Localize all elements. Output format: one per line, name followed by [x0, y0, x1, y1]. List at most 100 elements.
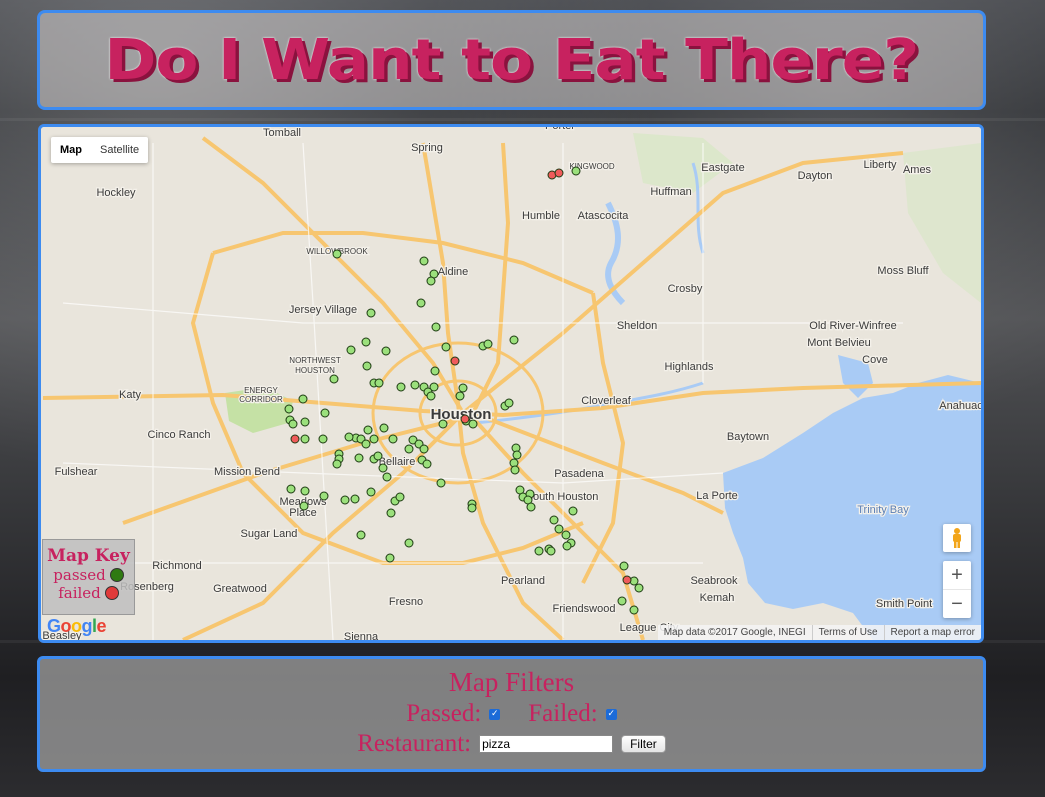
passed-restaurant-marker[interactable]	[431, 322, 441, 332]
passed-restaurant-marker[interactable]	[299, 501, 309, 511]
failed-checkbox[interactable]: ✓	[605, 708, 617, 720]
passed-restaurant-marker[interactable]	[568, 506, 578, 516]
passed-restaurant-marker[interactable]	[617, 596, 627, 606]
terms-of-use-link[interactable]: Terms of Use	[811, 625, 884, 640]
passed-restaurant-marker[interactable]	[369, 434, 379, 444]
map-canvas[interactable]: PorterTomballSpringKINGWOODEastgateDayto…	[41, 127, 981, 640]
passed-restaurant-marker[interactable]	[286, 484, 296, 494]
passed-restaurant-marker[interactable]	[629, 605, 639, 615]
passed-restaurant-marker[interactable]	[571, 166, 581, 176]
passed-restaurant-marker[interactable]	[319, 491, 329, 501]
passed-restaurant-marker[interactable]	[300, 434, 310, 444]
passed-restaurant-marker[interactable]	[512, 450, 522, 460]
passed-restaurant-marker[interactable]	[458, 383, 468, 393]
filter-button[interactable]: Filter	[621, 735, 666, 753]
passed-restaurant-marker[interactable]	[404, 444, 414, 454]
passed-restaurant-marker[interactable]	[366, 487, 376, 497]
passed-restaurant-marker[interactable]	[385, 553, 395, 563]
passed-restaurant-marker[interactable]	[426, 276, 436, 286]
failed-restaurant-marker[interactable]	[290, 434, 300, 444]
passed-restaurant-marker[interactable]	[441, 342, 451, 352]
passed-restaurant-marker[interactable]	[510, 465, 520, 475]
passed-restaurant-marker[interactable]	[416, 298, 426, 308]
passed-restaurant-marker[interactable]	[419, 444, 429, 454]
passed-restaurant-marker[interactable]	[298, 394, 308, 404]
passed-restaurant-marker[interactable]	[362, 361, 372, 371]
passed-restaurant-marker[interactable]	[346, 345, 356, 355]
passed-restaurant-marker[interactable]	[320, 408, 330, 418]
place-label: Cove	[862, 354, 888, 366]
passed-restaurant-marker[interactable]	[404, 538, 414, 548]
failed-restaurant-marker[interactable]	[554, 168, 564, 178]
page-header: Do I Want to Eat There?	[37, 10, 986, 110]
passed-restaurant-marker[interactable]	[395, 492, 405, 502]
passed-restaurant-marker[interactable]	[410, 380, 420, 390]
passed-restaurant-marker[interactable]	[386, 508, 396, 518]
passed-restaurant-marker[interactable]	[366, 308, 376, 318]
passed-restaurant-marker[interactable]	[455, 391, 465, 401]
passed-restaurant-marker[interactable]	[379, 423, 389, 433]
passed-restaurant-marker[interactable]	[381, 346, 391, 356]
passed-restaurant-marker[interactable]	[619, 561, 629, 571]
passed-restaurant-marker[interactable]	[467, 503, 477, 513]
passed-restaurant-marker[interactable]	[388, 434, 398, 444]
satellite-tab[interactable]: Satellite	[91, 137, 148, 163]
street-view-pegman-icon[interactable]	[943, 524, 971, 552]
passed-restaurant-marker[interactable]	[356, 530, 366, 540]
passed-restaurant-marker[interactable]	[534, 546, 544, 556]
restaurant-search-input[interactable]	[479, 735, 614, 753]
passed-restaurant-marker[interactable]	[422, 459, 432, 469]
passed-restaurant-marker[interactable]	[561, 530, 571, 540]
passed-restaurant-marker[interactable]	[329, 374, 339, 384]
passed-restaurant-marker[interactable]	[562, 541, 572, 551]
zoom-in-button[interactable]: +	[943, 561, 971, 589]
failed-restaurant-marker[interactable]	[450, 356, 460, 366]
passed-restaurant-marker[interactable]	[549, 515, 559, 525]
passed-restaurant-marker[interactable]	[374, 378, 384, 388]
passed-restaurant-marker[interactable]	[436, 478, 446, 488]
passed-restaurant-marker[interactable]	[382, 472, 392, 482]
passed-restaurant-marker[interactable]	[468, 419, 478, 429]
restaurant-map[interactable]: PorterTomballSpringKINGWOODEastgateDayto…	[38, 124, 984, 643]
passed-restaurant-marker[interactable]	[361, 337, 371, 347]
passed-restaurant-marker[interactable]	[438, 419, 448, 429]
zoom-out-button[interactable]: −	[943, 590, 971, 618]
passed-restaurant-marker[interactable]	[419, 256, 429, 266]
passed-restaurant-marker[interactable]	[354, 453, 364, 463]
passed-restaurant-marker[interactable]	[344, 432, 354, 442]
passed-restaurant-marker[interactable]	[373, 451, 383, 461]
failed-restaurant-marker[interactable]	[622, 575, 632, 585]
passed-restaurant-marker[interactable]	[332, 249, 342, 259]
passed-restaurant-marker[interactable]	[284, 404, 294, 414]
place-label: HOUSTON	[295, 366, 335, 375]
passed-checkbox[interactable]: ✓	[489, 708, 501, 720]
passed-restaurant-marker[interactable]	[396, 382, 406, 392]
passed-restaurant-marker[interactable]	[526, 502, 536, 512]
passed-restaurant-marker[interactable]	[554, 524, 564, 534]
passed-restaurant-marker[interactable]	[361, 439, 371, 449]
passed-restaurant-marker[interactable]	[332, 459, 342, 469]
passed-restaurant-marker[interactable]	[546, 546, 556, 556]
passed-restaurant-marker[interactable]	[504, 398, 514, 408]
place-label: Porter	[545, 127, 575, 132]
google-logo[interactable]: Google	[47, 616, 107, 637]
passed-restaurant-marker[interactable]	[509, 335, 519, 345]
passed-restaurant-marker[interactable]	[426, 391, 436, 401]
place-label: Highlands	[665, 361, 714, 373]
passed-restaurant-marker[interactable]	[378, 463, 388, 473]
passed-restaurant-marker[interactable]	[363, 425, 373, 435]
passed-restaurant-marker[interactable]	[430, 366, 440, 376]
report-map-error-link[interactable]: Report a map error	[883, 625, 981, 640]
passed-restaurant-marker[interactable]	[318, 434, 328, 444]
passed-restaurant-marker[interactable]	[634, 583, 644, 593]
place-label: Huffman	[650, 186, 691, 198]
passed-restaurant-marker[interactable]	[300, 486, 310, 496]
passed-restaurant-marker[interactable]	[300, 417, 310, 427]
place-label: CORRIDOR	[239, 395, 283, 404]
passed-restaurant-marker[interactable]	[350, 494, 360, 504]
failed-restaurant-marker[interactable]	[460, 414, 470, 424]
passed-restaurant-marker[interactable]	[288, 419, 298, 429]
passed-restaurant-marker[interactable]	[483, 339, 493, 349]
map-tab[interactable]: Map	[51, 137, 91, 163]
passed-restaurant-marker[interactable]	[340, 495, 350, 505]
